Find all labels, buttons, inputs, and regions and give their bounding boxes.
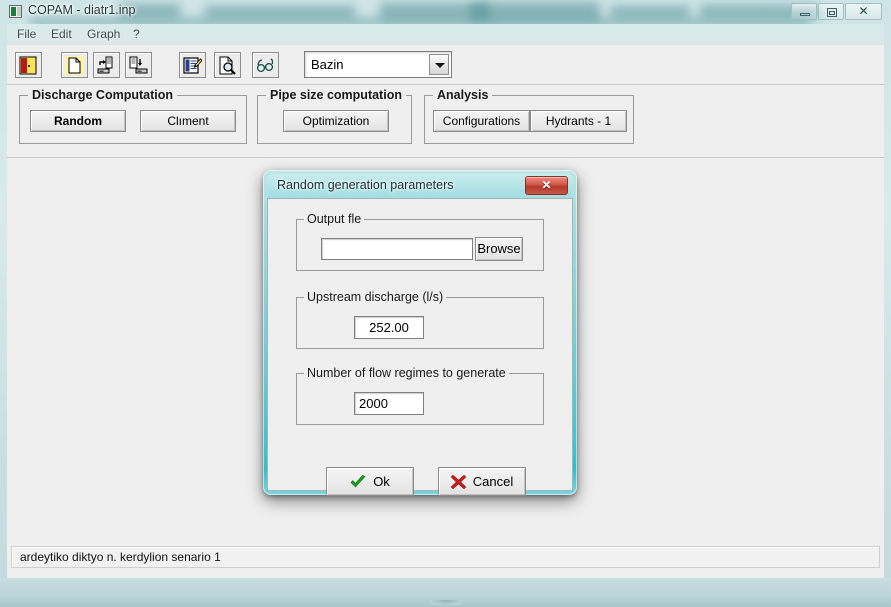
ok-button[interactable]: Ok <box>326 467 414 496</box>
model-combobox-value: Bazin <box>311 57 344 72</box>
minimize-button[interactable] <box>791 3 817 20</box>
menu-item-edit[interactable]: Edit <box>51 27 72 41</box>
save-file-icon <box>129 56 148 74</box>
window-close-button[interactable]: ✕ <box>845 3 882 20</box>
hydrants-button[interactable]: Hydrants - 1 <box>530 110 627 132</box>
dialog-close-button[interactable]: ✕ <box>525 176 568 195</box>
cancel-button-label: Cancel <box>472 474 514 489</box>
menubar: File Edit Graph ? <box>7 24 884 44</box>
edit-data-icon <box>183 57 202 74</box>
edit-data-button[interactable] <box>179 52 206 78</box>
upstream-discharge-label: Upstream discharge (l/s) <box>304 290 447 304</box>
flow-regimes-group: Number of flow regimes to generate <box>296 366 544 425</box>
x-mark-icon <box>450 474 466 489</box>
resize-grip[interactable] <box>430 600 462 605</box>
menu-item-graph[interactable]: Graph <box>87 27 120 41</box>
model-combobox-arrow-button[interactable] <box>429 54 449 75</box>
new-file-button[interactable] <box>61 52 88 78</box>
maximize-icon-inner <box>829 11 835 15</box>
glasses-button[interactable] <box>252 52 279 78</box>
statusbar: ardeytiko diktyo n. kerdylion senario 1 <box>11 546 880 568</box>
window-titlebar[interactable]: COPAM - diatr1.inp ✕ <box>0 0 891 24</box>
close-icon: ✕ <box>541 178 552 192</box>
pipe-size-computation-group: Pipe size computation Optimization <box>257 88 412 144</box>
checkmark-icon <box>350 474 366 487</box>
discharge-computation-title: Discharge Computation <box>28 88 177 102</box>
dialog-body: Output fle Browse Upstream discharge (l/… <box>267 198 573 496</box>
model-combobox[interactable]: Bazin <box>304 51 452 78</box>
open-file-icon <box>97 56 113 74</box>
chevron-down-icon <box>435 63 445 68</box>
analysis-group: Analysis Configurations Hydrants - 1 <box>424 88 634 144</box>
optimization-button[interactable]: Optimization <box>283 110 389 132</box>
output-file-group: Output fle Browse <box>296 212 544 271</box>
toolbar: Bazin <box>7 45 884 85</box>
analysis-title: Analysis <box>433 88 493 102</box>
exit-door-button[interactable] <box>15 52 42 78</box>
status-text: ardeytiko diktyo n. kerdylion senario 1 <box>20 550 221 564</box>
open-file-button[interactable] <box>93 52 120 78</box>
close-icon: ✕ <box>858 4 869 18</box>
configurations-button[interactable]: Configurations <box>433 110 530 132</box>
menu-item-help[interactable]: ? <box>133 27 140 41</box>
maximize-button[interactable] <box>818 3 844 20</box>
exit-door-icon <box>19 56 37 75</box>
cancel-button[interactable]: Cancel <box>438 467 526 496</box>
ok-button-label: Ok <box>373 474 390 489</box>
application-window: COPAM - diatr1.inp ✕ File Edit Graph ? B… <box>0 0 891 607</box>
minimize-icon <box>800 13 810 16</box>
app-icon <box>9 5 22 18</box>
dialog-titlebar[interactable]: Random generation parameters ✕ <box>267 174 573 198</box>
climent-button[interactable]: Clıment <box>140 110 236 132</box>
flow-regimes-label: Number of flow regimes to generate <box>304 366 509 380</box>
save-file-button[interactable] <box>125 52 152 78</box>
discharge-computation-group: Discharge Computation Random Clıment <box>19 88 247 144</box>
preview-icon <box>219 56 236 75</box>
output-file-input[interactable] <box>321 238 473 260</box>
glasses-icon <box>256 58 274 73</box>
window-title: COPAM - diatr1.inp <box>28 3 136 17</box>
upstream-discharge-group: Upstream discharge (l/s) <box>296 290 544 349</box>
random-generation-dialog: Random generation parameters ✕ Output fl… <box>263 170 577 496</box>
output-file-label: Output fle <box>304 212 365 226</box>
dialog-title: Random generation parameters <box>277 178 454 192</box>
new-file-icon <box>65 56 84 75</box>
flow-regimes-input[interactable] <box>354 392 424 415</box>
random-button[interactable]: Random <box>30 110 126 132</box>
browse-button[interactable]: Browse <box>475 237 523 261</box>
pipe-size-computation-title: Pipe size computation <box>266 88 406 102</box>
upstream-discharge-input[interactable] <box>354 316 424 339</box>
menu-item-file[interactable]: File <box>17 27 36 41</box>
preview-button[interactable] <box>214 52 241 78</box>
